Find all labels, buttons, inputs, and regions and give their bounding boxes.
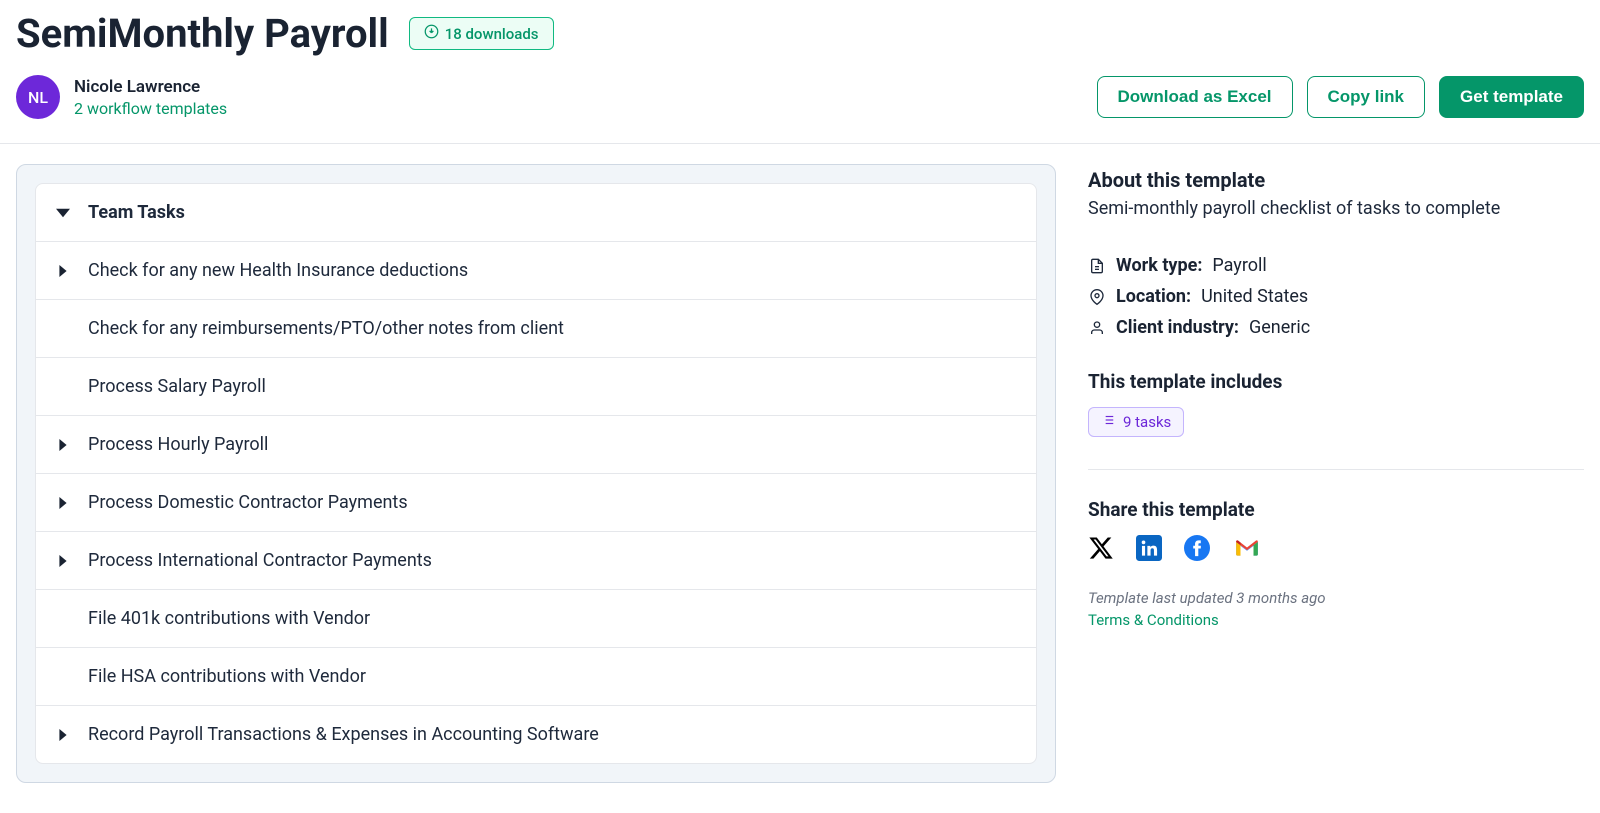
about-title: About this template <box>1088 168 1584 192</box>
task-row[interactable]: Process Salary Payroll <box>36 358 1036 416</box>
linkedin-icon[interactable] <box>1136 535 1164 563</box>
work-type-value: Payroll <box>1212 255 1266 276</box>
page-header: SemiMonthly Payroll 18 downloads NL Nico… <box>0 0 1600 144</box>
person-icon <box>1088 319 1106 337</box>
task-title: Record Payroll Transactions & Expenses i… <box>88 724 599 745</box>
copy-link-button[interactable]: Copy link <box>1307 76 1426 118</box>
author-row: NL Nicole Lawrence 2 workflow templates … <box>16 75 1584 119</box>
author-name: Nicole Lawrence <box>74 77 227 97</box>
task-title: Process Salary Payroll <box>88 376 266 397</box>
chevron-right-icon <box>56 729 70 741</box>
download-excel-button[interactable]: Download as Excel <box>1097 76 1293 118</box>
task-row[interactable]: File 401k contributions with Vendor <box>36 590 1036 648</box>
location-icon <box>1088 288 1106 306</box>
location-label: Location: <box>1116 286 1191 307</box>
author-text: Nicole Lawrence 2 workflow templates <box>74 77 227 118</box>
main-content: Team Tasks Check for any new Health Insu… <box>0 144 1600 803</box>
task-row[interactable]: Record Payroll Transactions & Expenses i… <box>36 706 1036 763</box>
task-title: Check for any reimbursements/PTO/other n… <box>88 318 564 339</box>
chevron-right-icon <box>56 439 70 451</box>
includes-title: This template includes <box>1088 370 1584 393</box>
tasks-count-badge: 9 tasks <box>1088 407 1184 437</box>
chevron-right-icon <box>56 265 70 277</box>
task-list: Team Tasks Check for any new Health Insu… <box>35 183 1037 764</box>
chevron-right-icon <box>56 497 70 509</box>
get-template-button[interactable]: Get template <box>1439 76 1584 118</box>
gmail-icon[interactable] <box>1232 535 1260 563</box>
share-icons <box>1088 535 1584 563</box>
task-row[interactable]: Process Hourly Payroll <box>36 416 1036 474</box>
chevron-down-icon <box>56 206 70 220</box>
action-buttons: Download as Excel Copy link Get template <box>1097 76 1585 118</box>
industry-value: Generic <box>1249 317 1310 338</box>
share-title: Share this template <box>1088 498 1584 521</box>
work-type-label: Work type: <box>1116 255 1202 276</box>
task-row[interactable]: Process Domestic Contractor Payments <box>36 474 1036 532</box>
list-icon <box>1101 413 1115 431</box>
facebook-icon[interactable] <box>1184 535 1212 563</box>
author-block: NL Nicole Lawrence 2 workflow templates <box>16 75 227 119</box>
task-row[interactable]: File HSA contributions with Vendor <box>36 648 1036 706</box>
title-row: SemiMonthly Payroll 18 downloads <box>16 10 1584 57</box>
task-title: Check for any new Health Insurance deduc… <box>88 260 468 281</box>
task-title: File HSA contributions with Vendor <box>88 666 366 687</box>
task-section-title: Team Tasks <box>88 202 185 223</box>
task-section-header[interactable]: Team Tasks <box>36 184 1036 242</box>
task-title: Process Domestic Contractor Payments <box>88 492 408 513</box>
task-row[interactable]: Process International Contractor Payment… <box>36 532 1036 590</box>
x-twitter-icon[interactable] <box>1088 535 1116 563</box>
page-title: SemiMonthly Payroll <box>16 10 389 57</box>
meta-industry: Client industry: Generic <box>1088 317 1584 338</box>
about-description: Semi-monthly payroll checklist of tasks … <box>1088 198 1584 219</box>
terms-link[interactable]: Terms & Conditions <box>1088 611 1584 629</box>
task-title: Process International Contractor Payment… <box>88 550 432 571</box>
download-icon <box>424 24 439 43</box>
task-title: Process Hourly Payroll <box>88 434 268 455</box>
author-templates-link[interactable]: 2 workflow templates <box>74 99 227 118</box>
task-row[interactable]: Check for any reimbursements/PTO/other n… <box>36 300 1036 358</box>
task-row[interactable]: Check for any new Health Insurance deduc… <box>36 242 1036 300</box>
last-updated: Template last updated 3 months ago <box>1088 589 1584 607</box>
avatar[interactable]: NL <box>16 75 60 119</box>
location-value: United States <box>1201 286 1308 307</box>
document-icon <box>1088 257 1106 275</box>
meta-location: Location: United States <box>1088 286 1584 307</box>
meta-work-type: Work type: Payroll <box>1088 255 1584 276</box>
tasks-count-text: 9 tasks <box>1123 413 1171 431</box>
sidebar: About this template Semi-monthly payroll… <box>1088 164 1584 783</box>
tasks-panel: Team Tasks Check for any new Health Insu… <box>16 164 1056 783</box>
downloads-badge: 18 downloads <box>409 17 554 50</box>
downloads-text: 18 downloads <box>445 25 539 43</box>
chevron-right-icon <box>56 555 70 567</box>
industry-label: Client industry: <box>1116 317 1239 338</box>
task-title: File 401k contributions with Vendor <box>88 608 370 629</box>
divider <box>1088 469 1584 470</box>
